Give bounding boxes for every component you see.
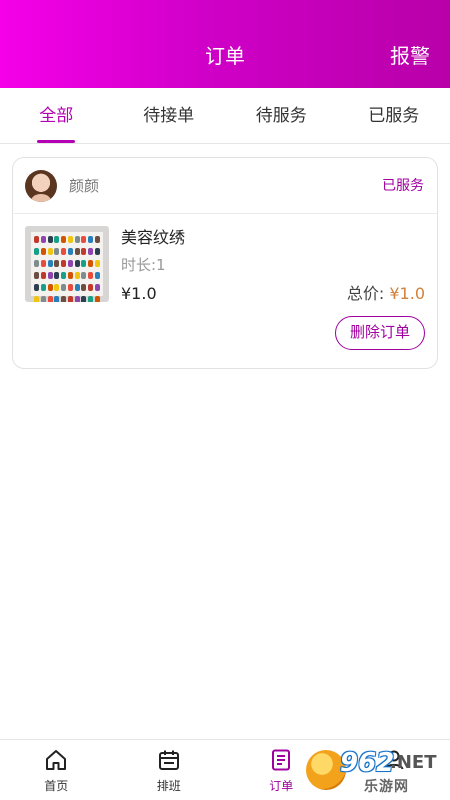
order-tabs: 全部 待接单 待服务 已服务 [0,88,450,144]
color-swatch [81,284,87,291]
page-title: 订单 [205,44,245,68]
total-label: 总价: [346,284,390,303]
order-list-icon [272,749,291,771]
color-swatch [61,248,67,255]
color-swatch [61,296,67,302]
swatch-row [31,248,103,256]
color-swatch [47,236,53,243]
color-swatch [88,272,94,279]
color-swatch [47,248,53,255]
swatch-row [31,284,103,292]
home-icon [46,750,67,770]
color-swatch [81,236,87,243]
color-swatch [34,284,39,291]
color-swatch [40,248,46,255]
customer-name: 颜颜 [69,177,100,195]
nav-item-schedule[interactable]: 排班 [113,740,226,800]
order-card[interactable]: 颜颜 已服务 美容纹绣 时长:1 ¥1.0 总价: ¥1.0 删除订单 [12,157,438,369]
color-swatch [88,236,94,243]
color-swatch [67,248,73,255]
color-swatch [74,284,80,291]
color-swatch [54,284,60,291]
status-badge: 已服务 [382,178,424,194]
color-swatch [74,272,80,279]
tab-all[interactable]: 全部 [0,88,113,143]
total-price: 总价: ¥1.0 [347,282,425,306]
color-swatch [54,248,60,255]
color-swatch [74,236,80,243]
color-swatch [94,260,100,267]
color-swatch [67,272,73,279]
color-swatch [61,260,67,267]
color-swatch [47,284,53,291]
color-swatch [34,296,39,302]
color-swatch [74,248,80,255]
color-swatch [40,296,46,302]
delete-order-button[interactable]: 删除订单 [335,316,425,350]
swatch-row [31,272,103,280]
color-swatch [81,260,87,267]
color-swatch [40,272,46,279]
color-swatch [81,296,87,302]
avatar [25,170,57,202]
color-swatch [34,248,39,255]
color-swatch [94,236,100,243]
watermark-logo: 962 .NET 乐游网 [306,748,442,795]
color-swatch-board [31,232,103,302]
watermark-text: 乐游网 [364,779,409,795]
color-swatch [54,272,60,279]
color-swatch [54,236,60,243]
swatch-row [31,236,103,244]
color-swatch [74,260,80,267]
color-swatch [61,272,67,279]
color-swatch [88,284,94,291]
color-swatch [47,296,53,302]
color-swatch [47,272,53,279]
swatch-row [31,296,103,302]
color-swatch [94,296,100,302]
color-swatch [94,248,100,255]
tab-serviced[interactable]: 已服务 [338,88,450,143]
tab-pending-accept[interactable]: 待接单 [113,88,226,143]
color-swatch [34,260,39,267]
nav-item-home[interactable]: 首页 [0,740,113,800]
watermark-number: 962 [340,748,395,778]
color-swatch [67,284,73,291]
color-swatch [67,236,73,243]
service-duration: 时长:1 [121,256,166,274]
total-value: ¥1.0 [389,284,425,303]
color-swatch [94,272,100,279]
color-swatch [67,260,73,267]
service-name: 美容纹绣 [121,228,186,247]
alarm-button[interactable]: 报警 [390,42,430,70]
color-swatch [40,236,46,243]
color-swatch [74,296,80,302]
order-card-header: 颜颜 已服务 [13,158,437,214]
color-swatch [34,272,39,279]
color-swatch [81,248,87,255]
app-header: 订单 报警 [0,0,450,88]
color-swatch [81,272,87,279]
nav-label-schedule: 排班 [156,779,181,793]
color-swatch [88,296,94,302]
swatch-row [31,260,103,268]
color-swatch [34,236,39,243]
color-swatch [67,296,73,302]
unit-price: ¥1.0 [121,284,157,303]
watermark-net: .NET [390,752,437,773]
color-swatch [88,260,94,267]
color-swatch [54,260,60,267]
color-swatch [88,248,94,255]
color-swatch [61,236,67,243]
color-swatch [61,284,67,291]
color-swatch [40,284,46,291]
color-swatch [94,284,100,291]
tab-pending-service[interactable]: 待服务 [225,88,338,143]
color-swatch [47,260,53,267]
color-swatch [54,296,60,302]
nav-label-home: 首页 [44,779,69,793]
service-thumbnail [25,226,109,302]
calendar-icon [158,750,179,770]
color-swatch [40,260,46,267]
